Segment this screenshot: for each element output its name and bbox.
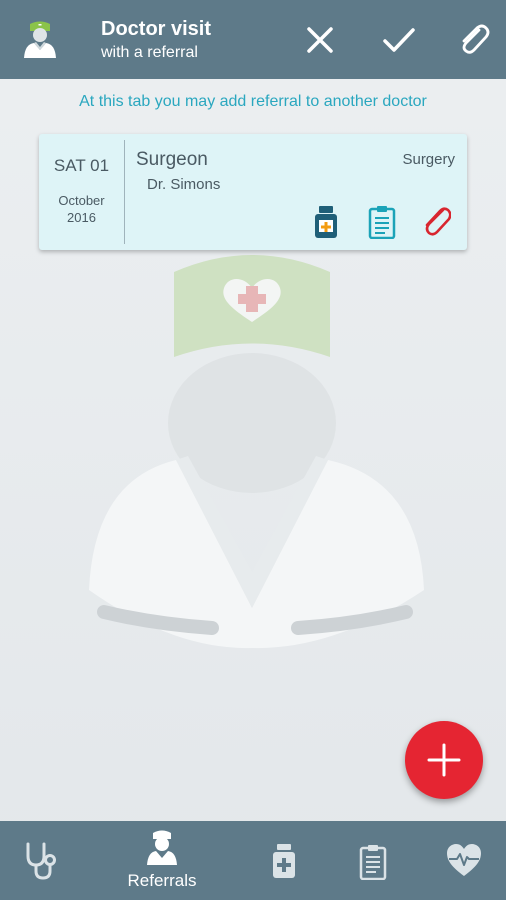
referral-year: 2016 [67, 210, 96, 225]
nav-item-stethoscope[interactable] [0, 821, 90, 900]
app-bar: Doctor visit with a referral [0, 0, 506, 79]
check-icon[interactable] [381, 22, 417, 58]
referral-specialty: Surgeon [136, 149, 208, 170]
medicine-bottle-icon[interactable] [311, 205, 341, 239]
attach-icon[interactable] [455, 22, 491, 58]
referral-date: SAT 01 October 2016 [39, 134, 124, 250]
nav-item-health[interactable] [416, 821, 506, 900]
referral-day: SAT 01 [53, 156, 110, 175]
nav-label-referrals: Referrals [127, 871, 197, 890]
clipboard-icon [359, 845, 387, 880]
add-referral-button[interactable] [405, 721, 483, 799]
plus-icon [427, 743, 461, 777]
hint-text: At this tab you may add referral to anot… [79, 93, 427, 110]
referral-card[interactable]: SAT 01 October 2016 Surgeon Dr. Simons S… [39, 134, 467, 250]
doctor-avatar-icon [24, 21, 56, 58]
referral-month: October [58, 193, 105, 208]
screen-subtitle: with a referral [101, 44, 198, 61]
medicine-bottle-icon [273, 844, 295, 878]
referral-doctor: Dr. Simons [147, 176, 221, 193]
close-icon[interactable] [302, 22, 338, 58]
card-divider [124, 140, 125, 244]
nav-item-medicine[interactable] [238, 821, 328, 900]
paperclip-icon[interactable] [421, 205, 451, 239]
clipboard-icon[interactable] [367, 205, 397, 239]
doctor-icon [147, 830, 177, 865]
doctor-illustration [89, 255, 424, 649]
referral-department: Surgery [402, 151, 455, 168]
screen-title: Doctor visit [101, 18, 212, 40]
nav-item-clipboard[interactable] [328, 821, 418, 900]
bottom-navigation: Referrals [0, 821, 506, 900]
heart-pulse-icon [447, 844, 481, 876]
nav-item-referrals[interactable]: Referrals [117, 821, 207, 900]
stethoscope-icon [26, 842, 56, 880]
